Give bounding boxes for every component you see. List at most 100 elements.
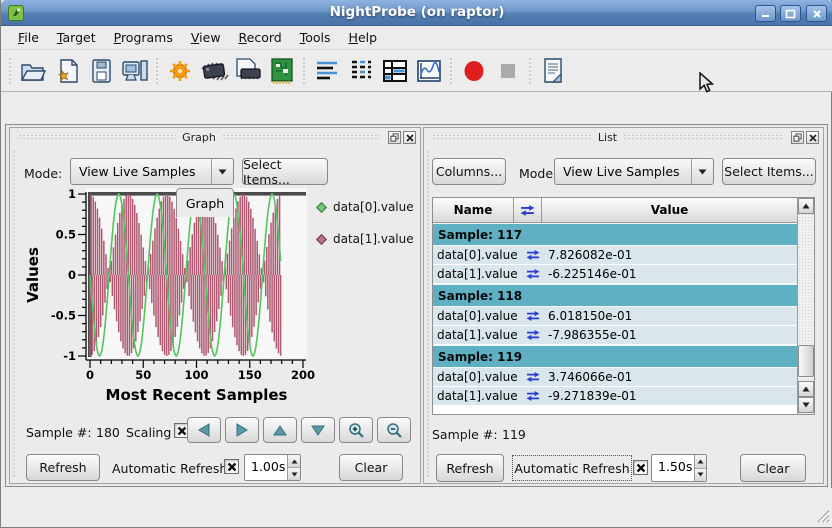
scroll-thumb[interactable] (798, 345, 814, 377)
dock-handle[interactable] (222, 134, 380, 141)
samples-table: Name Value Sample: 117 data[0].value 7.8… (432, 197, 815, 415)
list-interval-spinbox[interactable]: 1.50s (651, 454, 707, 482)
svg-text:1: 1 (68, 187, 76, 201)
dock-resize-handle[interactable] (426, 150, 431, 477)
legend-label-1: data[1].value (333, 232, 414, 246)
float-panel-button[interactable] (791, 131, 804, 144)
graph-sample-value: 180 (96, 425, 120, 440)
list-select-items-button[interactable]: Select Items... (722, 158, 816, 185)
probe-device-button[interactable] (197, 54, 231, 88)
spin-up-button[interactable] (288, 455, 300, 468)
sample-group-row[interactable]: Sample: 118 (433, 284, 797, 307)
view-table-button[interactable] (378, 54, 412, 88)
table-row[interactable]: data[1].value -9.271839e-01 (433, 387, 797, 406)
graph-clear-button[interactable]: Clear (339, 454, 403, 481)
table-row[interactable]: data[0].value 7.826082e-01 (433, 246, 797, 265)
table-row[interactable]: data[0].value 6.018150e-01 (433, 307, 797, 326)
report-button[interactable] (536, 54, 570, 88)
arrow-down-icon (802, 402, 810, 408)
target-system-button[interactable] (118, 54, 152, 88)
dock-resize-handle[interactable] (12, 150, 17, 477)
table-scrollbar[interactable] (797, 198, 814, 414)
graph-select-items-button[interactable]: Select Items... (242, 158, 328, 185)
toolbar-handle[interactable] (449, 57, 454, 85)
graph-interval-value[interactable]: 1.00s (245, 455, 287, 480)
table-header: Name Value (433, 198, 797, 223)
tab-graph[interactable]: Graph (176, 188, 234, 217)
svg-text:50: 50 (135, 368, 151, 382)
dock-handle[interactable] (432, 134, 592, 141)
swap-arrows-icon (518, 372, 548, 382)
zoom-in-button[interactable] (339, 417, 373, 443)
sample-group-row[interactable]: Sample: 119 (433, 345, 797, 368)
graph-refresh-button[interactable]: Refresh (26, 454, 100, 481)
new-file-icon (54, 57, 80, 85)
list-auto-refresh-label[interactable]: Automatic Refresh (512, 455, 632, 481)
list-panel-titlebar[interactable]: List (426, 130, 821, 145)
board-button[interactable] (265, 54, 299, 88)
maximize-button[interactable] (780, 5, 801, 22)
stop-button[interactable] (491, 54, 525, 88)
scroll-up-button-2[interactable] (798, 381, 814, 397)
column-header-swap[interactable] (514, 198, 542, 223)
check-x-icon (636, 463, 646, 473)
zoom-out-button[interactable] (377, 417, 411, 443)
list-clear-button[interactable]: Clear (740, 454, 806, 482)
column-header-value[interactable]: Value (542, 198, 797, 223)
menu-record[interactable]: Record (230, 27, 291, 48)
graph-interval-spinbox[interactable]: 1.00s (244, 454, 301, 481)
toolbar-handle[interactable] (528, 57, 533, 85)
view-graph-button[interactable] (412, 54, 446, 88)
settings-button[interactable] (163, 54, 197, 88)
list-interval-value[interactable]: 1.50s (652, 455, 694, 481)
dock-handle[interactable] (623, 134, 783, 141)
toolbar-handle[interactable] (302, 57, 307, 85)
menu-view[interactable]: View (182, 27, 230, 48)
table-row[interactable]: data[1].value -6.225146e-01 (433, 265, 797, 284)
menu-file[interactable]: File (9, 27, 48, 48)
float-panel-button[interactable] (388, 131, 401, 144)
open-button[interactable] (16, 54, 50, 88)
resize-grip[interactable] (815, 508, 830, 523)
spin-down-icon (697, 472, 704, 477)
list-mode-combo[interactable]: View Live Samples (554, 158, 714, 185)
graph-auto-refresh-checkbox[interactable] (224, 459, 239, 474)
graph-mode-combo[interactable]: View Live Samples (70, 158, 234, 185)
menu-target[interactable]: Target (48, 27, 105, 48)
spin-down-button[interactable] (288, 468, 300, 480)
scroll-up-button[interactable] (798, 198, 814, 214)
spin-down-button[interactable] (695, 469, 706, 482)
mouse-cursor (699, 72, 714, 94)
program-device-button[interactable] (231, 54, 265, 88)
close-button[interactable] (806, 5, 827, 22)
pan-down-button[interactable] (301, 417, 335, 443)
columns-button[interactable]: Columns... (432, 158, 506, 185)
minimize-button[interactable] (755, 5, 776, 22)
record-button[interactable] (457, 54, 491, 88)
dock-handle[interactable] (18, 134, 176, 141)
list-auto-refresh-checkbox[interactable] (633, 460, 648, 475)
table-row[interactable]: data[1].value -7.986355e-01 (433, 326, 797, 345)
close-panel-button[interactable] (403, 131, 416, 144)
pan-left-button[interactable] (187, 417, 221, 443)
graph-panel-titlebar[interactable]: Graph (12, 130, 418, 145)
menu-help[interactable]: Help (340, 27, 387, 48)
scroll-down-button[interactable] (798, 397, 814, 413)
toolbar-handle[interactable] (155, 57, 160, 85)
menu-programs[interactable]: Programs (105, 27, 182, 48)
pan-up-button[interactable] (263, 417, 297, 443)
view-list-button[interactable] (344, 54, 378, 88)
toolbar-handle[interactable] (8, 57, 13, 85)
list-refresh-button[interactable]: Refresh (436, 454, 504, 482)
column-header-name[interactable]: Name (433, 198, 514, 223)
row-value: 7.826082e-01 (548, 248, 797, 262)
table-row[interactable]: data[0].value 3.746066e-01 (433, 368, 797, 387)
new-session-button[interactable] (50, 54, 84, 88)
sample-group-row[interactable]: Sample: 117 (433, 223, 797, 246)
save-button[interactable] (84, 54, 118, 88)
spin-up-button[interactable] (695, 455, 706, 469)
pan-right-button[interactable] (225, 417, 259, 443)
menu-tools[interactable]: Tools (291, 27, 340, 48)
view-text-button[interactable] (310, 54, 344, 88)
close-panel-button[interactable] (806, 131, 819, 144)
